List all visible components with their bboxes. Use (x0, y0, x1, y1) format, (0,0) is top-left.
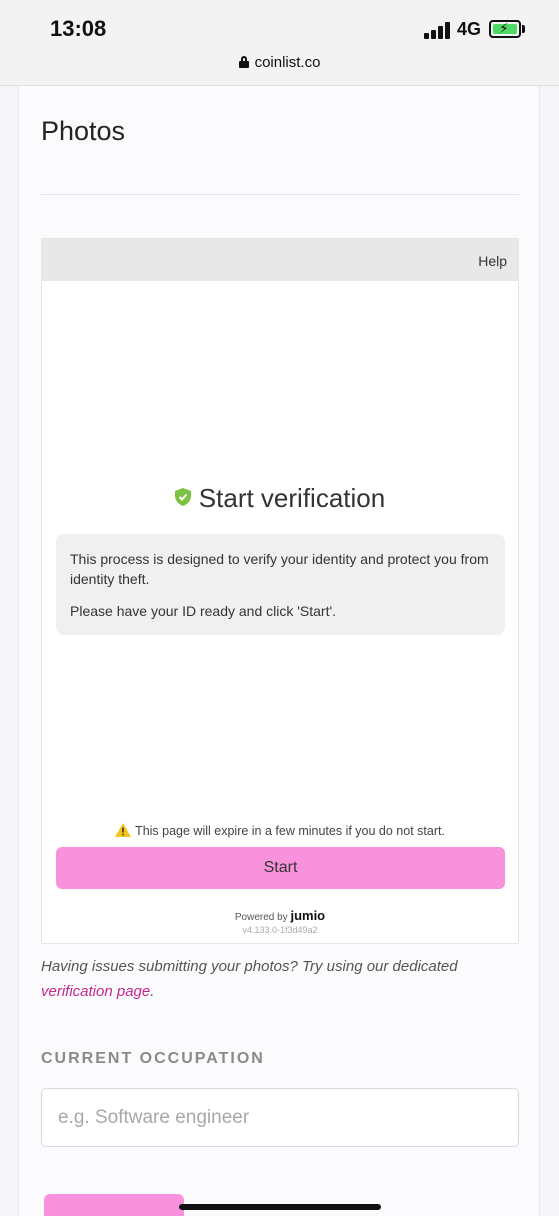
jumio-logo: jumio (290, 908, 326, 923)
page-content: Photos Help Start verification This proc… (18, 86, 540, 1216)
battery-charging-icon: ⚡ (489, 20, 521, 38)
verification-page-link[interactable]: verification page (41, 983, 150, 1000)
network-type: 4G (457, 19, 482, 39)
info-box: This process is designed to verify your … (56, 534, 505, 635)
powered-by: Powered by jumio (42, 908, 518, 923)
submit-button[interactable] (44, 1194, 184, 1216)
heading-text: Start verification (198, 483, 386, 513)
shield-check-icon (174, 488, 191, 507)
status-bar: 13:08 4G ⚡ coinlist.co (0, 0, 559, 86)
divider (41, 194, 519, 195)
warning-icon (115, 823, 132, 837)
expire-warning: This page will expire in a few minutes i… (42, 823, 518, 838)
start-button[interactable]: Start (56, 847, 505, 889)
url-text: coinlist.co (254, 54, 321, 71)
occupation-input[interactable] (41, 1088, 519, 1147)
issues-help-text: Having issues submitting your photos? Tr… (41, 954, 519, 1004)
page-title: Photos (41, 116, 126, 146)
expire-text: This page will expire in a few minutes i… (135, 824, 445, 838)
home-indicator[interactable] (179, 1204, 381, 1210)
issues-text: Having issues submitting your photos? Tr… (41, 958, 458, 975)
cellular-signal-icon (424, 21, 452, 39)
battery-nub (522, 25, 525, 33)
verification-heading: Start verification (42, 483, 518, 514)
verification-frame: Help Start verification This process is … (41, 238, 519, 944)
help-link[interactable]: Help (478, 253, 507, 269)
lock-icon (238, 56, 249, 68)
info-text-instructions: Please have your ID ready and click 'Sta… (70, 603, 337, 619)
address-bar[interactable]: coinlist.co (0, 54, 559, 71)
clock: 13:08 (50, 16, 107, 41)
powered-by-text: Powered by (234, 912, 288, 923)
occupation-label: CURRENT OCCUPATION (41, 1050, 265, 1067)
frame-header: Help (42, 239, 518, 281)
version-text: v4.133.0-1f3d49a2 (242, 925, 318, 935)
info-text: This process is designed to verify your … (70, 551, 489, 587)
issues-suffix: . (150, 983, 155, 1000)
